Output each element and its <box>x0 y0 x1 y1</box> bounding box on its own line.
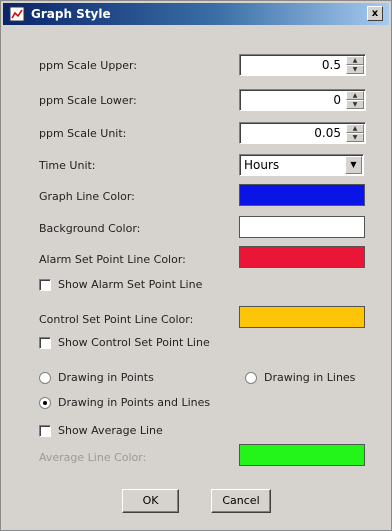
average-line-color-swatch[interactable] <box>239 444 365 466</box>
cancel-button[interactable]: Cancel <box>211 489 271 513</box>
ppm-lower-value: 0 <box>333 93 341 107</box>
spinner-up-icon[interactable]: ▲ <box>346 56 364 65</box>
background-color-swatch[interactable] <box>239 216 365 238</box>
spinner-down-icon[interactable]: ▼ <box>346 133 364 142</box>
show-average-label: Show Average Line <box>58 424 163 437</box>
ok-button[interactable]: OK <box>122 489 179 513</box>
close-button[interactable]: x <box>367 6 383 21</box>
drawing-points-lines-radio[interactable] <box>39 397 51 409</box>
spinner-up-icon[interactable]: ▲ <box>346 91 364 100</box>
alarm-line-color-swatch[interactable] <box>239 246 365 268</box>
graph-line-color-swatch[interactable] <box>239 184 365 206</box>
spinner-down-icon[interactable]: ▼ <box>346 100 364 109</box>
ppm-upper-value: 0.5 <box>321 58 341 72</box>
control-line-color-swatch[interactable] <box>239 306 365 328</box>
drawing-points-radio[interactable] <box>39 372 51 384</box>
ppm-lower-label: ppm Scale Lower: <box>39 94 137 107</box>
drawing-lines-radio[interactable] <box>245 372 257 384</box>
drawing-points-lines-label: Drawing in Points and Lines <box>58 396 211 409</box>
drawing-points-label: Drawing in Points <box>58 371 154 384</box>
show-control-checkbox[interactable] <box>39 337 51 349</box>
close-icon: x <box>371 8 379 19</box>
app-icon <box>9 6 25 22</box>
spinner-up-icon[interactable]: ▲ <box>346 124 364 133</box>
background-color-label: Background Color: <box>39 222 141 235</box>
window-title: Graph Style <box>31 7 111 21</box>
title-bar[interactable]: Graph Style x <box>3 3 389 25</box>
time-unit-label: Time Unit: <box>39 159 96 172</box>
ppm-unit-spinner[interactable]: 0.05 ▲ ▼ <box>239 122 366 144</box>
drawing-lines-label: Drawing in Lines <box>264 371 356 384</box>
alarm-line-color-label: Alarm Set Point Line Color: <box>39 253 186 266</box>
chevron-down-icon[interactable]: ▼ <box>345 156 362 174</box>
show-alarm-label: Show Alarm Set Point Line <box>58 278 203 291</box>
ppm-upper-spinner[interactable]: 0.5 ▲ ▼ <box>239 54 366 76</box>
ppm-upper-label: ppm Scale Upper: <box>39 59 138 72</box>
time-unit-select[interactable]: Hours ▼ <box>239 154 364 176</box>
show-alarm-checkbox[interactable] <box>39 279 51 291</box>
ppm-lower-spinner[interactable]: 0 ▲ ▼ <box>239 89 366 111</box>
graph-line-color-label: Graph Line Color: <box>39 190 135 203</box>
spinner-down-icon[interactable]: ▼ <box>346 65 364 74</box>
graph-style-dialog: Graph Style x ppm Scale Upper: 0.5 ▲ ▼ pp… <box>0 0 392 531</box>
control-line-color-label: Control Set Point Line Color: <box>39 313 194 326</box>
time-unit-value: Hours <box>244 158 280 172</box>
show-control-label: Show Control Set Point Line <box>58 336 210 349</box>
ppm-unit-value: 0.05 <box>314 126 341 140</box>
average-line-color-label: Average Line Color: <box>39 451 147 464</box>
show-average-checkbox[interactable] <box>39 425 51 437</box>
ppm-unit-label: ppm Scale Unit: <box>39 127 127 140</box>
